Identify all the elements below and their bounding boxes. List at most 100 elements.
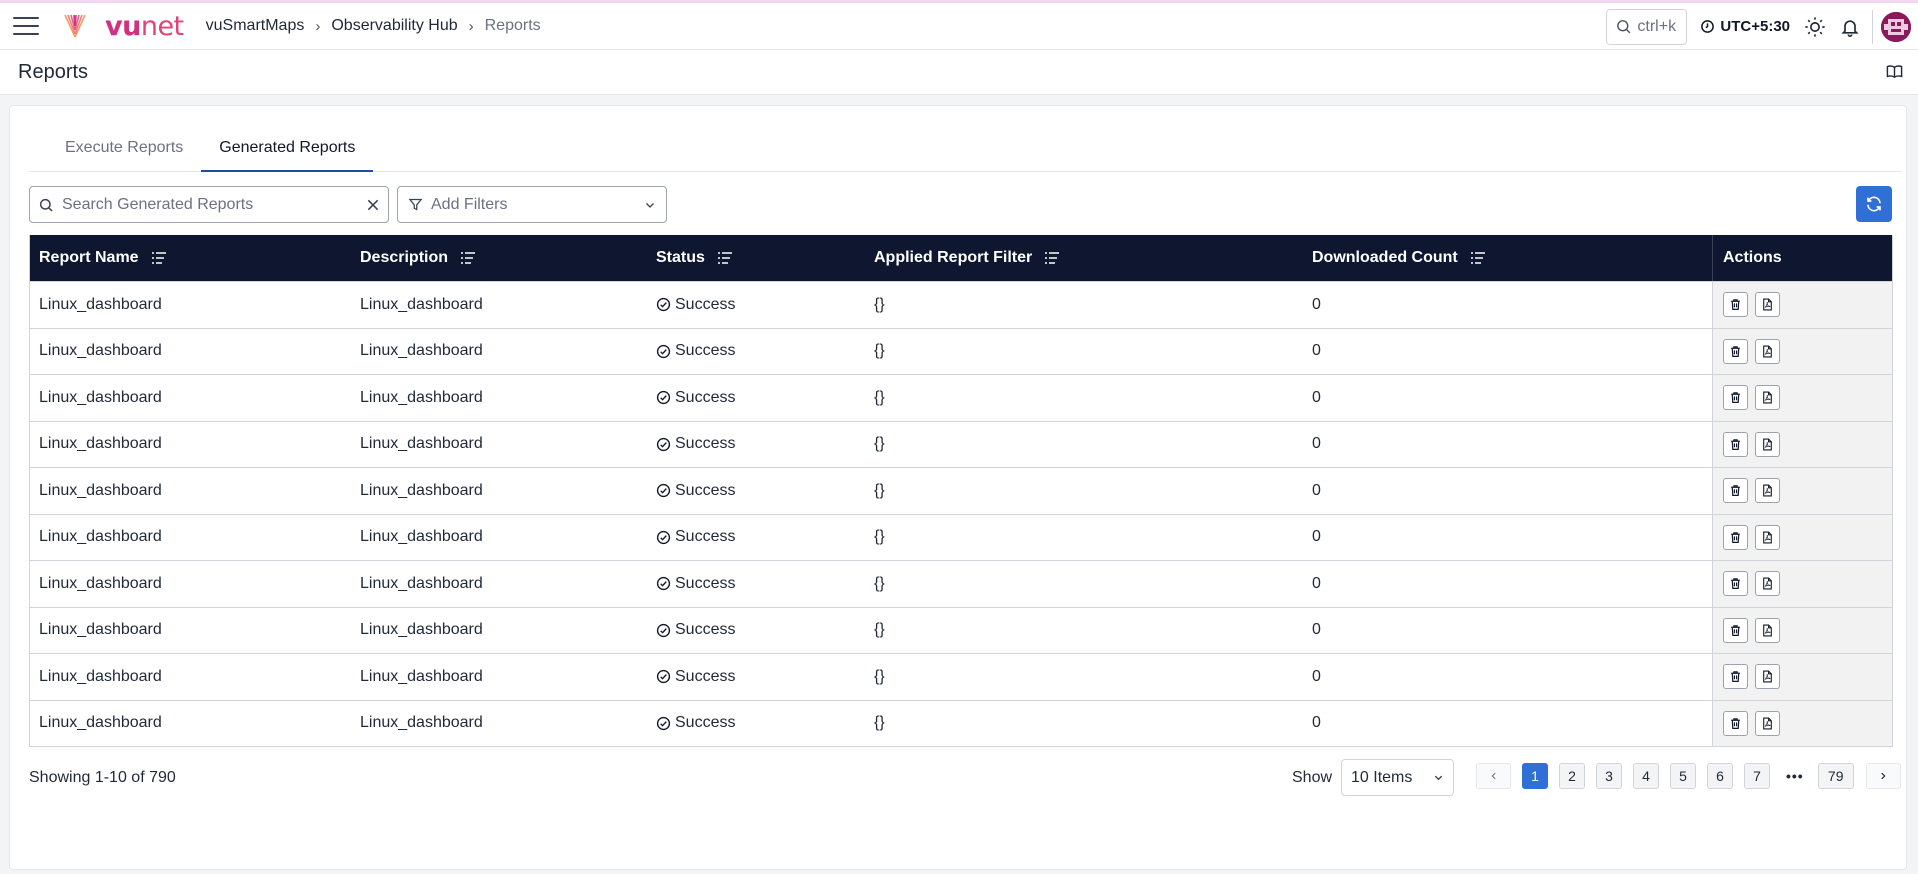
download-pdf-button[interactable] <box>1755 385 1780 411</box>
sun-icon <box>1805 16 1825 37</box>
download-pdf-button[interactable] <box>1755 478 1780 504</box>
page-button-2[interactable]: 2 <box>1559 763 1585 789</box>
trash-icon <box>1731 346 1740 357</box>
add-filters-dropdown[interactable]: Add Filters <box>397 186 667 223</box>
table-body: Linux_dashboard Linux_dashboard Success … <box>30 281 1892 746</box>
pdf-file-icon <box>1763 717 1772 730</box>
applied-filter-cell: {} <box>874 714 885 732</box>
status-text: Success <box>675 481 736 499</box>
delete-button[interactable] <box>1723 338 1748 364</box>
actions-cell <box>1712 654 1892 700</box>
avatar[interactable] <box>1881 11 1911 42</box>
pagination-ellipsis: ••• <box>1786 768 1804 784</box>
status-cell: Success <box>647 468 865 514</box>
book-open-icon <box>1886 65 1903 79</box>
status-text: Success <box>675 388 736 406</box>
refresh-button[interactable] <box>1856 186 1892 222</box>
logo-text: vunet <box>105 10 184 42</box>
next-page-button[interactable] <box>1865 763 1901 789</box>
table-row: Linux_dashboard Linux_dashboard Success … <box>30 653 1892 700</box>
delete-button[interactable] <box>1723 385 1748 411</box>
delete-button[interactable] <box>1723 478 1748 504</box>
column-menu-icon[interactable] <box>460 251 476 265</box>
tab-generated-reports[interactable]: Generated Reports <box>201 128 374 172</box>
report-tabs: Execute Reports Generated Reports <box>29 128 1902 172</box>
description-cell: Linux_dashboard <box>360 295 483 313</box>
delete-button[interactable] <box>1723 431 1748 457</box>
breadcrumb-vusmartmaps[interactable]: vuSmartMaps <box>206 17 305 35</box>
column-menu-icon[interactable] <box>717 251 733 265</box>
delete-button[interactable] <box>1723 710 1748 736</box>
breadcrumb-observability-hub[interactable]: Observability Hub <box>331 17 457 35</box>
download-pdf-button[interactable] <box>1755 524 1780 550</box>
page-button-last[interactable]: 79 <box>1817 763 1854 789</box>
generated-reports-table: Report Name Description Status Applied R… <box>29 235 1893 747</box>
breadcrumb-reports: Reports <box>484 17 541 34</box>
delete-button[interactable] <box>1723 292 1748 318</box>
page-button-4[interactable]: 4 <box>1633 763 1659 789</box>
page-button-1[interactable]: 1 <box>1522 763 1548 789</box>
actions-cell <box>1712 468 1892 514</box>
chevron-right-icon: › <box>468 17 474 35</box>
description-cell: Linux_dashboard <box>360 435 483 453</box>
download-pdf-button[interactable] <box>1755 664 1780 690</box>
actions-cell <box>1712 514 1892 560</box>
delete-button[interactable] <box>1723 571 1748 597</box>
documentation-button[interactable] <box>1886 64 1903 84</box>
download-pdf-button[interactable] <box>1755 571 1780 597</box>
chevron-left-icon <box>1491 772 1496 780</box>
column-label: Status <box>656 249 705 266</box>
filter-icon <box>408 198 423 211</box>
description-cell: Linux_dashboard <box>360 481 483 499</box>
prev-page-button[interactable] <box>1476 763 1511 789</box>
tab-execute-reports[interactable]: Execute Reports <box>29 128 201 172</box>
theme-toggle[interactable] <box>1804 16 1826 38</box>
status-text: Success <box>675 667 736 685</box>
pdf-file-icon <box>1763 531 1772 544</box>
delete-button[interactable] <box>1723 617 1748 643</box>
search-input[interactable] <box>62 195 366 214</box>
applied-filter-cell: {} <box>874 342 885 360</box>
download-pdf-button[interactable] <box>1755 338 1780 364</box>
page-button-6[interactable]: 6 <box>1707 763 1733 789</box>
column-menu-icon[interactable] <box>1044 251 1060 265</box>
delete-button[interactable] <box>1723 524 1748 550</box>
report-name-cell: Linux_dashboard <box>39 295 162 313</box>
page-size-value: 10 Items <box>1351 768 1413 786</box>
table-row: Linux_dashboard Linux_dashboard Success … <box>30 560 1892 607</box>
page-size-select[interactable]: 10 Items <box>1341 759 1454 796</box>
chevron-right-icon: › <box>315 17 321 35</box>
logo[interactable]: vunet <box>61 12 184 40</box>
menu-icon[interactable] <box>13 17 39 35</box>
column-menu-icon[interactable] <box>1470 251 1486 265</box>
status-cell: Success <box>647 701 865 747</box>
check-circle-icon <box>656 669 671 684</box>
table-row: Linux_dashboard Linux_dashboard Success … <box>30 467 1892 514</box>
status-text: Success <box>675 714 736 732</box>
status-text: Success <box>675 528 736 546</box>
global-search-button[interactable]: ctrl+k <box>1606 8 1688 45</box>
actions-cell <box>1712 328 1892 374</box>
page-button-7[interactable]: 7 <box>1744 763 1770 789</box>
notifications-button[interactable] <box>1840 16 1860 38</box>
download-pdf-button[interactable] <box>1755 710 1780 736</box>
description-cell: Linux_dashboard <box>360 342 483 360</box>
page-header: Reports <box>0 50 1918 95</box>
page-button-5[interactable]: 5 <box>1670 763 1696 789</box>
download-pdf-button[interactable] <box>1755 617 1780 643</box>
page-button-3[interactable]: 3 <box>1596 763 1622 789</box>
trash-icon <box>1731 439 1740 450</box>
applied-filter-cell: {} <box>874 574 885 592</box>
delete-button[interactable] <box>1723 664 1748 690</box>
column-menu-icon[interactable] <box>151 251 167 265</box>
clock-icon <box>1701 20 1715 33</box>
clear-search-icon[interactable] <box>366 198 380 212</box>
check-circle-icon <box>656 437 671 452</box>
check-circle-icon <box>656 483 671 498</box>
status-cell: Success <box>647 561 865 607</box>
download-pdf-button[interactable] <box>1755 292 1780 318</box>
timezone-selector[interactable]: UTC+5:30 <box>1700 18 1790 35</box>
logo-icon <box>64 14 86 38</box>
check-circle-icon <box>656 344 671 359</box>
download-pdf-button[interactable] <box>1755 431 1780 457</box>
